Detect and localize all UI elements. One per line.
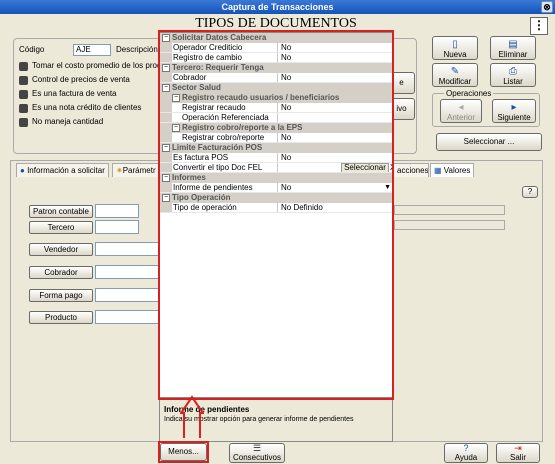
more-options-button[interactable]: ⋮ [530,17,548,35]
vendedor-button[interactable]: Vendedor [29,243,93,256]
patron-contable-button[interactable]: Patron contable [29,205,93,218]
patron-contable-input[interactable] [95,204,139,218]
descripcion-label: Descripción [116,45,158,54]
previous-icon: ◂ [458,102,464,113]
edit-icon: ✎ [450,66,460,77]
check-label: Es una factura de venta [32,89,117,98]
delete-icon: ▤ [508,39,518,50]
table-icon: ▦ [434,166,442,175]
highlight-box [158,30,394,400]
tab-acciones[interactable]: acciones [393,163,429,177]
nueva-button[interactable]: ▯ Nueva [432,36,478,60]
siguiente-button[interactable]: ▸ Siguiente [492,99,536,123]
help-button[interactable]: ? [522,186,538,198]
forma-pago-input[interactable] [95,288,159,302]
listar-button[interactable]: ⎙ Listar [490,63,536,87]
checkbox[interactable] [19,104,28,113]
cobrador-button[interactable]: Cobrador [29,266,93,279]
description-title: Informe de pendientes [164,405,250,414]
vendedor-input[interactable] [95,242,159,256]
exit-icon: ⇥ [514,443,522,453]
window-title: Captura de Transacciones [221,2,334,12]
tercero-input[interactable] [95,220,139,234]
checkbox[interactable] [19,76,28,85]
anterior-button[interactable]: ◂ Anterior [440,99,482,123]
close-window-button[interactable]: ⊗ [541,1,553,13]
check-label: Control de precios de venta [32,75,130,84]
operaciones-label: Operaciones [444,89,494,99]
check-label: No maneja cantidad [32,117,104,126]
salir-button[interactable]: ⇥ Salir [496,443,540,463]
seleccionar-button[interactable]: Seleccionar ... [436,133,542,151]
highlight-arrow-icon [180,395,204,438]
check-label: Es una nota crédito de clientes [32,103,142,112]
forma-pago-button[interactable]: Forma pago [29,289,93,302]
producto-input[interactable] [95,310,159,324]
checkbox[interactable] [19,118,28,127]
eliminar-button[interactable]: ▤ Eliminar [490,36,536,60]
checkbox[interactable] [19,62,28,71]
highlight-box [158,441,209,463]
codigo-label: Código [19,45,45,54]
codigo-input[interactable]: AJE [73,44,111,56]
consecutivos-button[interactable]: ☰ Consecutivos [229,443,285,463]
window-titlebar: Captura de Transacciones ⊗ [0,0,555,14]
cobrador-input[interactable] [95,265,159,279]
check-label: Tomar el costo promedio de los produc [32,61,170,70]
ayuda-button[interactable]: ? Ayuda [444,443,488,463]
info-icon: ● [20,166,25,175]
gear-icon: ✷ [116,166,123,175]
list-icon: ☰ [252,443,262,453]
next-icon: ▸ [511,102,517,113]
new-document-icon: ▯ [452,39,458,50]
field-box [394,220,505,230]
modificar-button[interactable]: ✎ Modificar [432,63,478,87]
field-box [394,205,505,215]
tab-valores[interactable]: ▦ Valores [430,163,475,177]
checkbox[interactable] [19,90,28,99]
tab-parametros[interactable]: ✷Parámetr [112,163,160,177]
print-icon: ⎙ [509,66,517,77]
tab-informacion[interactable]: ● Información a solicitar [16,163,109,177]
help-icon: ? [463,443,469,453]
tercero-button[interactable]: Tercero [29,221,93,234]
producto-button[interactable]: Producto [29,311,93,324]
